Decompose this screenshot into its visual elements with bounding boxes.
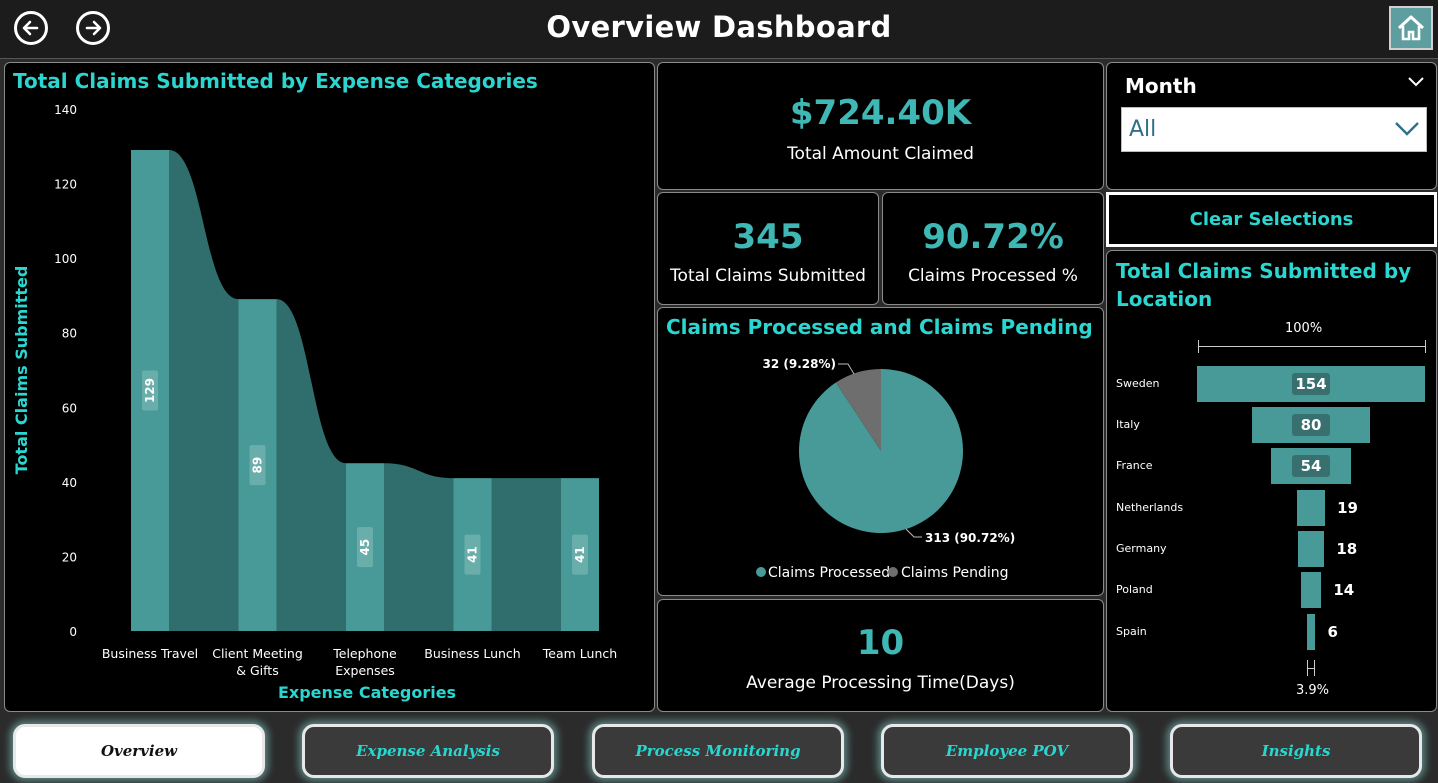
ribbon-connector — [384, 463, 454, 631]
funnel-bar-5 — [1297, 531, 1325, 567]
x-tick-label: Expenses — [335, 663, 395, 678]
legend-label: Claims Processed — [768, 565, 890, 581]
funnel-location-label: Sweden — [1116, 377, 1160, 390]
chevron-down-icon[interactable] — [1407, 76, 1425, 88]
tab-expense-analysis[interactable]: Expense Analysis — [302, 724, 554, 778]
funnel-value-label: 54 — [1292, 455, 1330, 477]
data-label: 89 — [251, 457, 265, 474]
leader-line — [905, 528, 922, 538]
month-slicer: Month All — [1106, 62, 1437, 190]
data-label: 45 — [358, 539, 372, 556]
funnel-value-label: 6 — [1327, 623, 1338, 641]
total-claims-card: 345 Total Claims Submitted — [657, 192, 879, 305]
y-tick-label: 20 — [62, 550, 77, 564]
y-tick-label: 100 — [54, 252, 77, 266]
bar-chart: 0 20 40 60 80 100 120 140 Total Claims Submitted… — [12, 103, 617, 702]
funnel-value-label: 14 — [1333, 581, 1355, 599]
home-button[interactable] — [1389, 6, 1433, 50]
claims-processed-pct-card: 90.72% Claims Processed % — [882, 192, 1104, 305]
data-label: 41 — [573, 546, 587, 563]
tab-overview[interactable]: Overview — [13, 724, 265, 778]
legend-marker — [888, 567, 898, 577]
claims-processed-pct-value: 90.72% — [922, 217, 1064, 257]
total-amount-card: $724.40K Total Amount Claimed — [657, 62, 1104, 190]
tab-process-monitoring[interactable]: Process Monitoring — [592, 724, 844, 778]
funnel-bar-6 — [1300, 572, 1322, 608]
funnel-top-tick — [1425, 340, 1426, 353]
funnel-location-label: France — [1116, 459, 1153, 472]
x-tick-label: Business Lunch — [424, 646, 520, 661]
expense-category-chart-panel: Total Claims Submitted by Expense Catego… — [4, 62, 655, 712]
claims-status-pie-panel: Claims Processed and Claims Pending 32 (… — [657, 307, 1104, 596]
total-amount-label: Total Amount Claimed — [787, 144, 974, 164]
x-tick-label: Client Meeting — [212, 646, 303, 661]
funnel-top-tick — [1198, 340, 1199, 353]
tab-employee-pov[interactable]: Employee POV — [881, 724, 1133, 778]
y-tick-label: 0 — [69, 625, 77, 639]
data-label: 129 — [143, 378, 157, 403]
avg-processing-time-value: 10 — [856, 623, 905, 663]
funnel-bar-7 — [1306, 614, 1316, 650]
clear-selections-button[interactable]: Clear Selections — [1106, 192, 1437, 247]
y-tick-label: 140 — [54, 103, 77, 117]
total-amount-value: $724.40K — [789, 93, 972, 133]
claims-processed-pct-label: Claims Processed % — [908, 266, 1078, 286]
legend-label: Claims Pending — [901, 565, 1008, 581]
total-claims-label: Total Claims Submitted — [670, 266, 866, 286]
funnel-location-label: Poland — [1116, 583, 1153, 596]
dropdown-chevron-icon — [1395, 122, 1419, 136]
funnel-bottom-rule — [1307, 668, 1315, 669]
legend-marker — [756, 567, 766, 577]
pie-chart: 32 (9.28%) 313 (90.72%) Claims Processed Cl… — [756, 357, 1015, 581]
funnel-location-label: Italy — [1116, 418, 1140, 431]
total-claims-value: 345 — [732, 217, 804, 257]
funnel-location-label: Spain — [1116, 625, 1147, 638]
month-label: Month — [1125, 74, 1197, 98]
tab-bar: Overview Expense Analysis Process Monito… — [0, 714, 1438, 783]
x-tick-label: Telephone — [332, 646, 397, 661]
page-title: Overview Dashboard — [546, 10, 892, 44]
data-label: 41 — [466, 546, 480, 563]
y-tick-label: 40 — [62, 476, 77, 490]
y-tick-label: 60 — [62, 401, 77, 415]
month-dropdown[interactable]: All — [1121, 107, 1427, 152]
funnel-value-label: 80 — [1292, 414, 1330, 436]
ribbon-connector — [276, 299, 346, 631]
avg-processing-time-label: Average Processing Time(Days) — [746, 673, 1015, 693]
funnel-title: Total Claims Submitted by Location — [1116, 259, 1412, 311]
x-tick-label: & Gifts — [236, 663, 278, 678]
funnel-bottom-label: 3.9% — [1296, 683, 1330, 698]
pie-data-label: 32 (9.28%) — [763, 357, 836, 371]
funnel-location-label: Germany — [1116, 542, 1167, 555]
tab-insights[interactable]: Insights — [1170, 724, 1422, 778]
funnel-value-label: 19 — [1337, 499, 1358, 517]
avg-processing-time-card: 10 Average Processing Time(Days) — [657, 599, 1104, 712]
funnel-value-label: 154 — [1292, 373, 1330, 395]
y-tick-label: 80 — [62, 327, 77, 341]
funnel-top-rule — [1198, 346, 1426, 347]
header-bar: Overview Dashboard — [0, 0, 1438, 59]
month-selected-value: All — [1129, 117, 1157, 142]
y-tick-label: 120 — [54, 178, 77, 192]
y-axis-label: Total Claims Submitted — [12, 266, 31, 475]
funnel-location-label: Netherlands — [1116, 501, 1184, 514]
x-tick-label: Team Lunch — [542, 646, 617, 661]
x-axis-label: Expense Categories — [278, 683, 456, 702]
funnel-bar-4 — [1296, 490, 1326, 526]
pie-data-label: 313 (90.72%) — [925, 531, 1015, 545]
funnel-top-label: 100% — [1285, 321, 1323, 336]
home-icon — [1397, 15, 1425, 41]
ribbon-connector — [169, 150, 239, 631]
leader-line — [838, 363, 855, 375]
funnel-value-label: 18 — [1336, 540, 1358, 558]
ribbon-connector — [491, 478, 561, 631]
x-tick-label: Business Travel — [102, 646, 198, 661]
